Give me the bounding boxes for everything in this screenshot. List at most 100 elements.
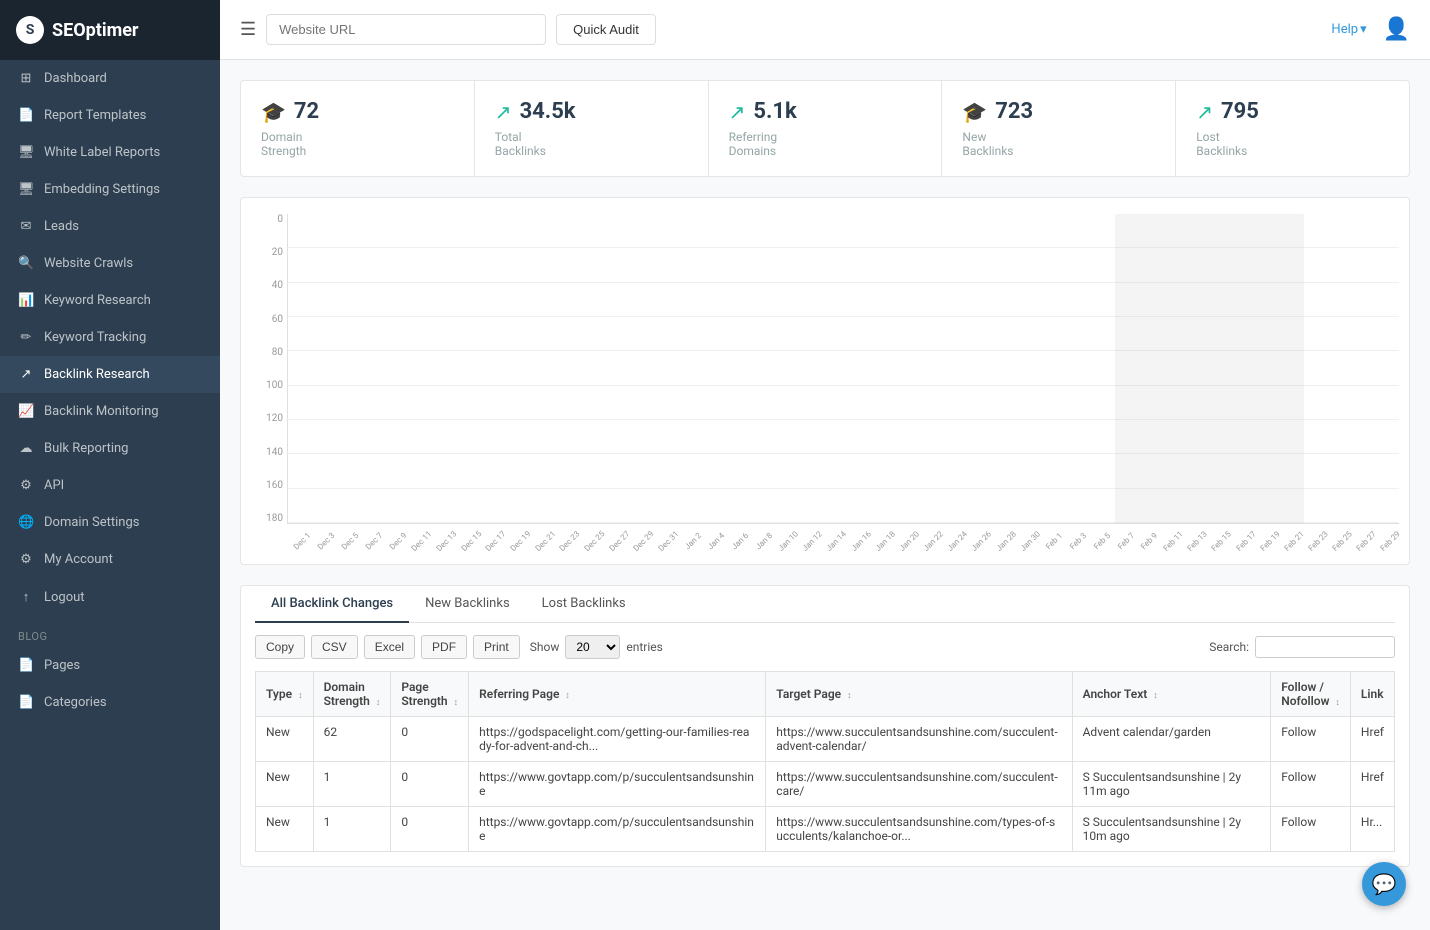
col-link: Link	[1350, 672, 1394, 717]
sidebar-label-backlink-research: Backlink Research	[44, 367, 150, 382]
quick-audit-button[interactable]: Quick Audit	[556, 14, 656, 45]
table-cell: 62	[313, 717, 391, 762]
x-label: Jan 24	[946, 529, 969, 552]
table-body: New620https://godspacelight.com/getting-…	[256, 717, 1395, 852]
chart-wrap: 180160140120100806040200 Dec 1Dec 3Dec 5…	[251, 214, 1399, 554]
table-cell[interactable]: https://www.succulentsandsunshine.com/su…	[766, 762, 1072, 807]
table-row: New620https://godspacelight.com/getting-…	[256, 717, 1395, 762]
table-cell[interactable]: https://godspacelight.com/getting-our-fa…	[469, 717, 766, 762]
table-cell: Href	[1350, 717, 1394, 762]
user-avatar-icon[interactable]: 👤	[1383, 17, 1410, 42]
sidebar-item-keyword-tracking[interactable]: ✏ Keyword Tracking	[0, 319, 220, 356]
x-labels: Dec 1Dec 3Dec 5Dec 7Dec 9Dec 11Dec 13Dec…	[287, 524, 1399, 554]
stat-total-backlinks: ↗ 34.5k TotalBacklinks	[475, 81, 709, 176]
tab-lost-backlinks[interactable]: Lost Backlinks	[526, 586, 642, 623]
col-domain-strength[interactable]: DomainStrength ↕	[313, 672, 391, 717]
sidebar-item-website-crawls[interactable]: 🔍 Website Crawls	[0, 245, 220, 282]
tab-new-backlinks[interactable]: New Backlinks	[409, 586, 526, 623]
x-label: Dec 9	[386, 529, 409, 552]
sidebar-label-pages: Pages	[44, 658, 80, 673]
x-label: Jan 14	[825, 529, 848, 552]
sidebar-item-domain-settings[interactable]: 🌐 Domain Settings	[0, 504, 220, 541]
table-cell: 0	[391, 717, 469, 762]
show-label: Show	[530, 640, 560, 654]
x-label: Feb 9	[1138, 529, 1161, 552]
search-label: Search:	[1209, 640, 1249, 654]
sidebar-item-categories[interactable]: 📄 Categories	[0, 684, 220, 721]
sidebar-item-dashboard[interactable]: ⊞ Dashboard	[0, 60, 220, 97]
x-label: Dec 13	[435, 529, 459, 553]
domain-settings-icon: 🌐	[18, 515, 34, 530]
x-label: Jan 16	[849, 529, 872, 552]
x-label: Dec 3	[314, 529, 337, 552]
sidebar-item-keyword-research[interactable]: 📊 Keyword Research	[0, 282, 220, 319]
x-label: Dec 29	[632, 529, 656, 553]
sidebar-item-my-account[interactable]: ⚙ My Account	[0, 541, 220, 578]
x-label: Feb 15	[1210, 529, 1233, 552]
table-cell[interactable]: https://www.succulentsandsunshine.com/ty…	[766, 807, 1072, 852]
sidebar-item-embedding[interactable]: 🖥 Embedding Settings	[0, 171, 220, 208]
x-label: Jan 2	[681, 529, 704, 552]
backlink-monitoring-icon: 📈	[18, 404, 34, 419]
col-follow[interactable]: Follow /Nofollow ↕	[1271, 672, 1351, 717]
x-label: Feb 19	[1258, 529, 1281, 552]
pdf-button[interactable]: PDF	[421, 635, 467, 659]
sidebar-label-logout: Logout	[44, 590, 85, 605]
col-target-page[interactable]: Target Page ↕	[766, 672, 1072, 717]
sidebar-item-leads[interactable]: ✉ Leads	[0, 208, 220, 245]
chart-grid	[288, 214, 1399, 523]
sidebar-item-logout[interactable]: ↑ Logout	[0, 578, 220, 616]
embedding-icon: 🖥	[18, 182, 34, 197]
sidebar-item-bulk-reporting[interactable]: ☁ Bulk Reporting	[0, 430, 220, 467]
new-backlinks-value: 723	[995, 99, 1033, 124]
help-link[interactable]: Help ▾	[1331, 22, 1366, 37]
chart-area[interactable]	[287, 214, 1399, 524]
entries-select[interactable]: 20 50 100	[565, 635, 620, 659]
logo[interactable]: S SEOptimer	[0, 0, 220, 60]
table-cell[interactable]: https://www.succulentsandsunshine.com/su…	[766, 717, 1072, 762]
col-page-strength[interactable]: PageStrength ↕	[391, 672, 469, 717]
table-cell: 1	[313, 762, 391, 807]
stat-domain-strength: 🎓 72 DomainStrength	[241, 81, 475, 176]
x-label: Jan 6	[729, 529, 752, 552]
sidebar-item-backlink-monitoring[interactable]: 📈 Backlink Monitoring	[0, 393, 220, 430]
print-button[interactable]: Print	[473, 635, 520, 659]
table-cell[interactable]: https://www.govtapp.com/p/succulentsands…	[469, 762, 766, 807]
help-chevron-icon: ▾	[1360, 22, 1367, 37]
entries-label: entries	[626, 640, 662, 654]
sidebar-item-backlink-research[interactable]: ↗ Backlink Research	[0, 356, 220, 393]
col-anchor-text[interactable]: Anchor Text ↕	[1072, 672, 1271, 717]
table-controls: Copy CSV Excel PDF Print Show 20 50 100 …	[255, 635, 1395, 659]
x-label: Dec 1	[290, 529, 313, 552]
sidebar-item-api[interactable]: ⚙ API	[0, 467, 220, 504]
sidebar-label-bulk-reporting: Bulk Reporting	[44, 441, 128, 456]
sidebar-item-pages[interactable]: 📄 Pages	[0, 647, 220, 684]
copy-button[interactable]: Copy	[255, 635, 305, 659]
x-label: Jan 22	[922, 529, 945, 552]
col-type[interactable]: Type ↕	[256, 672, 314, 717]
table-cell[interactable]: https://www.govtapp.com/p/succulentsands…	[469, 807, 766, 852]
table-row: New10https://www.govtapp.com/p/succulent…	[256, 807, 1395, 852]
logout-icon: ↑	[18, 589, 34, 605]
x-label: Feb 29	[1378, 529, 1401, 552]
x-label: Jan 26	[970, 529, 993, 552]
search-input[interactable]	[1255, 636, 1395, 658]
url-input[interactable]	[266, 14, 546, 45]
domain-strength-label: DomainStrength	[261, 130, 454, 158]
x-label: Dec 25	[583, 529, 607, 553]
x-label: Dec 19	[509, 529, 533, 553]
tab-all-backlink-changes[interactable]: All Backlink Changes	[255, 586, 409, 623]
excel-button[interactable]: Excel	[364, 635, 415, 659]
sidebar-label-website-crawls: Website Crawls	[44, 256, 133, 271]
csv-button[interactable]: CSV	[311, 635, 358, 659]
total-backlinks-icon: ↗	[495, 100, 512, 124]
hamburger-icon[interactable]: ☰	[240, 19, 256, 40]
new-backlinks-label: NewBacklinks	[962, 130, 1155, 158]
x-label: Jan 8	[753, 529, 776, 552]
stat-referring-domains: ↗ 5.1k ReferringDomains	[709, 81, 943, 176]
col-referring-page[interactable]: Referring Page ↕	[469, 672, 766, 717]
sidebar-item-white-label[interactable]: 🖥 White Label Reports	[0, 134, 220, 171]
chat-bubble[interactable]: 💬	[1362, 862, 1406, 906]
help-label: Help	[1331, 22, 1358, 37]
sidebar-item-report-templates[interactable]: 📄 Report Templates	[0, 97, 220, 134]
